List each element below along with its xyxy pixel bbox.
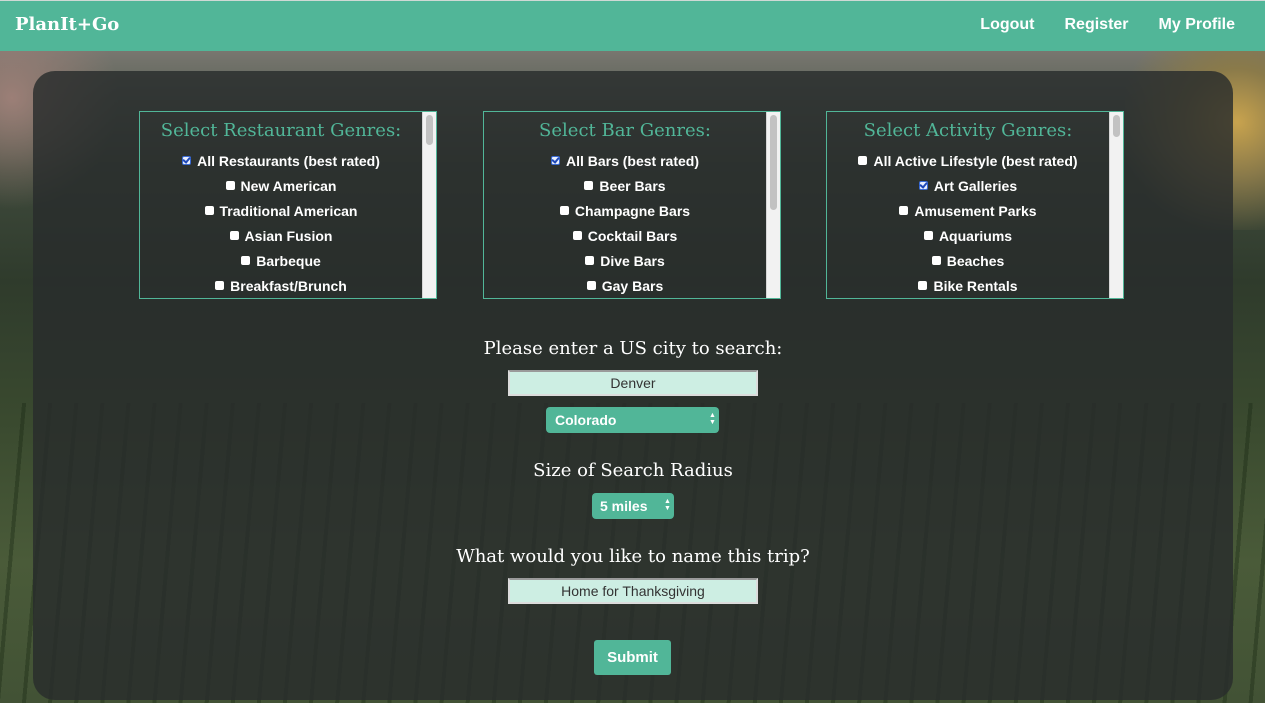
bar-genres-scrollbar[interactable] xyxy=(766,112,780,298)
genre-option-label: Cocktail Bars xyxy=(587,228,678,244)
genre-option[interactable]: Bike Rentals xyxy=(827,274,1109,298)
genre-checkbox[interactable] xyxy=(182,156,192,166)
activity-genres-scrollbar[interactable] xyxy=(1109,112,1123,298)
genre-option-label: Gay Bars xyxy=(601,278,664,294)
register-link[interactable]: Register xyxy=(1065,16,1129,34)
genre-checkbox[interactable] xyxy=(225,181,235,191)
genre-option[interactable]: Beaches xyxy=(827,249,1109,274)
genre-option[interactable]: Aquariums xyxy=(827,224,1109,249)
genre-checkbox[interactable] xyxy=(584,181,594,191)
genre-option[interactable]: Art Galleries xyxy=(827,174,1109,199)
genre-checkbox[interactable] xyxy=(923,231,933,241)
activity-genres-list: All Active Lifestyle (best rated) Art Gal… xyxy=(827,149,1109,298)
radius-select-value: 5 miles xyxy=(600,498,648,514)
genre-option-label: New American xyxy=(240,178,337,194)
restaurant-genres-title: Select Restaurant Genres: xyxy=(160,120,402,141)
genre-checkbox[interactable] xyxy=(918,281,928,291)
scrollbar-thumb[interactable] xyxy=(426,115,433,145)
genre-checkbox[interactable] xyxy=(586,281,596,291)
scrollbar-thumb[interactable] xyxy=(1113,115,1120,137)
genre-option[interactable]: Barbeque xyxy=(140,249,422,274)
scrollbar-thumb[interactable] xyxy=(770,115,777,210)
search-form-panel: Select Restaurant Genres: All Restaurant… xyxy=(33,71,1233,700)
city-input[interactable]: Denver xyxy=(508,370,758,396)
genre-option[interactable]: Cocktail Bars xyxy=(484,224,766,249)
genre-option-label: Beaches xyxy=(946,253,1005,269)
genre-checkbox[interactable] xyxy=(918,181,928,191)
submit-button[interactable]: Submit xyxy=(594,640,671,675)
genre-checkbox[interactable] xyxy=(204,206,214,216)
genre-option[interactable]: Breakfast/Brunch xyxy=(140,274,422,298)
genre-option[interactable]: Traditional American xyxy=(140,199,422,224)
trip-name-label: What would you like to name this trip? xyxy=(456,546,810,567)
radius-select[interactable]: 5 miles ▲ ▼ xyxy=(592,493,674,519)
genre-checkbox[interactable] xyxy=(229,231,239,241)
genre-option[interactable]: Gay Bars xyxy=(484,274,766,298)
genre-option[interactable]: Beer Bars xyxy=(484,174,766,199)
genre-option-label: Amusement Parks xyxy=(914,203,1037,219)
restaurant-genres-scrollbar[interactable] xyxy=(422,112,436,298)
genre-checkbox[interactable] xyxy=(858,156,868,166)
genre-checkbox[interactable] xyxy=(559,206,569,216)
logout-link[interactable]: Logout xyxy=(980,16,1034,34)
select-arrows-icon: ▲ ▼ xyxy=(664,498,671,512)
bar-genres-list: All Bars (best rated) Beer Bars Champagne … xyxy=(484,149,766,298)
genre-checkbox[interactable] xyxy=(550,156,560,166)
bar-genres-box[interactable]: Select Bar Genres: All Bars (best rated)… xyxy=(483,111,781,299)
state-select[interactable]: Colorado ▲ ▼ xyxy=(546,407,719,433)
genre-option-label: Aquariums xyxy=(938,228,1013,244)
genre-checkbox[interactable] xyxy=(215,281,225,291)
genre-option[interactable]: Dive Bars xyxy=(484,249,766,274)
restaurant-genres-list: All Restaurants (best rated) New American… xyxy=(140,149,422,298)
select-arrows-icon: ▲ ▼ xyxy=(709,412,716,426)
top-navbar: PlanIt+Go Logout Register My Profile xyxy=(0,0,1265,51)
genre-checkbox[interactable] xyxy=(585,256,595,266)
genre-option-label: Breakfast/Brunch xyxy=(230,278,347,294)
state-select-value: Colorado xyxy=(555,412,617,428)
genre-option[interactable]: New American xyxy=(140,174,422,199)
activity-genres-title: Select Activity Genres: xyxy=(863,120,1073,141)
genre-checkbox[interactable] xyxy=(899,206,909,216)
genre-checkbox[interactable] xyxy=(931,256,941,266)
trip-name-input[interactable]: Home for Thanksgiving xyxy=(508,578,758,604)
restaurant-genres-box[interactable]: Select Restaurant Genres: All Restaurant… xyxy=(139,111,437,299)
radius-label: Size of Search Radius xyxy=(533,460,733,481)
nav-links: Logout Register My Profile xyxy=(980,16,1235,34)
genre-option[interactable]: Champagne Bars xyxy=(484,199,766,224)
my-profile-link[interactable]: My Profile xyxy=(1159,16,1235,34)
genre-option-label: Art Galleries xyxy=(933,178,1018,194)
genre-option-label: All Active Lifestyle (best rated) xyxy=(873,153,1078,169)
genre-option[interactable]: Amusement Parks xyxy=(827,199,1109,224)
brand-logo[interactable]: PlanIt+Go xyxy=(15,14,119,35)
city-label: Please enter a US city to search: xyxy=(483,338,783,359)
genre-option-label: Barbeque xyxy=(256,253,321,269)
genre-option-label: Dive Bars xyxy=(600,253,665,269)
genre-option-label: Beer Bars xyxy=(599,178,666,194)
genre-option[interactable]: All Active Lifestyle (best rated) xyxy=(827,149,1109,174)
genre-option-label: All Restaurants (best rated) xyxy=(197,153,380,169)
activity-genres-box[interactable]: Select Activity Genres: All Active Lifes… xyxy=(826,111,1124,299)
bar-genres-title: Select Bar Genres: xyxy=(539,120,711,141)
genre-option-label: Asian Fusion xyxy=(244,228,333,244)
genre-checkbox[interactable] xyxy=(572,231,582,241)
genre-checkbox[interactable] xyxy=(241,256,251,266)
genre-option-label: Bike Rentals xyxy=(933,278,1018,294)
genre-option[interactable]: All Bars (best rated) xyxy=(484,149,766,174)
genre-option-label: Traditional American xyxy=(219,203,358,219)
genre-option-label: Champagne Bars xyxy=(574,203,691,219)
genre-option[interactable]: Asian Fusion xyxy=(140,224,422,249)
genre-option-label: All Bars (best rated) xyxy=(565,153,700,169)
genre-option[interactable]: All Restaurants (best rated) xyxy=(140,149,422,174)
